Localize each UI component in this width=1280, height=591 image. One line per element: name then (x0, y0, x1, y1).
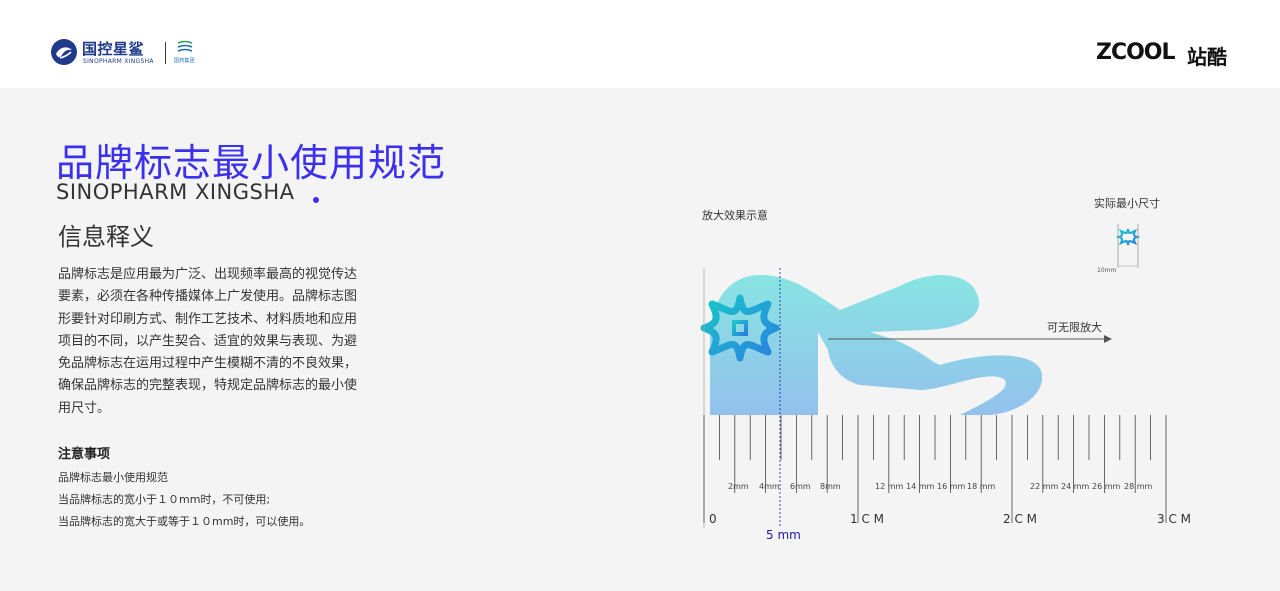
paragraph-line: 项目的不同，以产生契合、适宜的效果与表现、为避 (58, 333, 358, 349)
mm-label: 18 mm (967, 482, 996, 491)
cm-label-3: 3 C M (1157, 512, 1191, 526)
title-dot (313, 197, 319, 203)
sinopharm-group-logo-icon (177, 40, 193, 52)
page-title: 品牌标志最小使用规范 (56, 141, 447, 185)
note-item: 品牌标志最小使用规范 (58, 471, 168, 484)
diagram-graphics (700, 224, 1167, 528)
mm-label: 22 mm (1030, 482, 1059, 491)
note-item: 当品牌标志的宽大于或等于１０mm时，可以使用。 (58, 515, 311, 528)
cm-label-1: 1 C M (850, 512, 884, 526)
mm-label: 6mm (790, 482, 811, 491)
cm-label-2: 2 C M (1003, 512, 1037, 526)
magnified-logo-shape (710, 275, 1043, 415)
notes-title: 注意事项 (58, 447, 111, 462)
ruler (703, 415, 1167, 523)
mm-label: 2mm (728, 482, 749, 491)
mm-label: 16 mm (937, 482, 966, 491)
mm-label: 4mm (759, 482, 780, 491)
brand-separator (165, 42, 166, 64)
description-paragraph: 品牌标志是应用最为广泛、出现频率最高的视觉传达 要素，必须在各种传播媒体上广发使… (58, 264, 400, 420)
size-diagram: 放大效果示意 实际最小尺寸 可无限放大 10mm 2mm 4mm 6mm 8mm… (690, 190, 1210, 560)
sinopharm-xingsha-logo-icon (51, 39, 77, 65)
five-mm-label: 5 mm (766, 528, 801, 542)
paragraph-line: 确保品牌标志的完整表现，特规定品牌标志的最小使 (58, 378, 358, 394)
mm-label: 12 mm (875, 482, 904, 491)
zcool-logo: ZCOOL (1096, 40, 1176, 65)
section-title: 信息释义 (58, 223, 154, 251)
paragraph-line: 要素，必须在各种传播媒体上广发使用。品牌标志图 (58, 289, 358, 305)
paragraph-line: 用尺寸。 (58, 400, 111, 416)
mm-label: 14 mm (906, 482, 935, 491)
zcool-logo-cn: 站酷 (1187, 45, 1227, 69)
note-item: 当品牌标志的宽小于１０mm时，不可使用; (58, 493, 271, 506)
mm-label: 28 mm (1124, 482, 1153, 491)
brand-name-en: SINOPHARM XINGSHA (83, 58, 154, 65)
paragraph-line: 免品牌标志在运用过程中产生模糊不清的不良效果， (58, 356, 358, 372)
top-bar: 国控星鲨 SINOPHARM XINGSHA 国药集团 ZCOOL 站酷 (0, 0, 1280, 88)
zero-label: 0 (709, 512, 717, 526)
small-brand-symbol-icon (1115, 228, 1141, 246)
group-name-cn: 国药集团 (174, 58, 195, 64)
mm-label: 26 mm (1092, 482, 1121, 491)
paragraph-line: 品牌标志是应用最为广泛、出现频率最高的视觉传达 (58, 267, 358, 282)
mm-label: 24 mm (1061, 482, 1090, 491)
brand-name-cn: 国控星鲨 (82, 40, 145, 58)
page-subtitle: SINOPHARM XINGSHA (56, 180, 295, 204)
actual-dimension-label: 10mm (1097, 267, 1117, 274)
paragraph-line: 形要针对印刷方式、制作工艺技术、材料质地和应用 (58, 311, 358, 327)
mm-label: 8mm (820, 482, 841, 491)
